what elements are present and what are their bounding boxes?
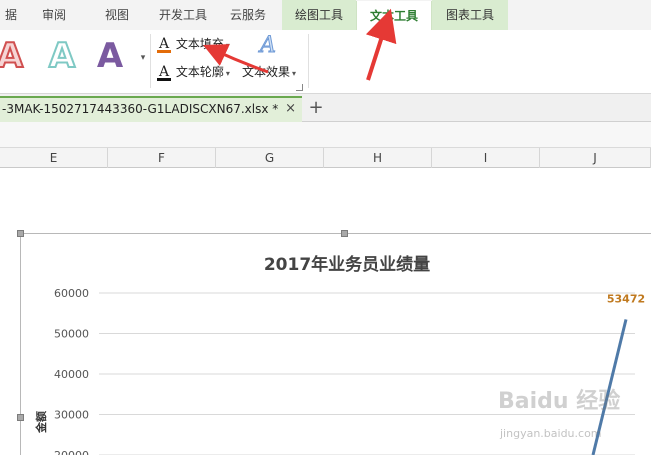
text-outline-label: 文本轮廓	[175, 65, 224, 79]
dialog-launcher-icon[interactable]	[296, 84, 303, 91]
y-tick-label: 60000	[54, 287, 89, 300]
resize-handle-top[interactable]	[341, 230, 348, 237]
chevron-down-icon: ▾	[225, 41, 230, 50]
tab-developer-tools[interactable]: 开发工具	[150, 0, 216, 30]
tab-data[interactable]: 据	[0, 0, 22, 30]
text-fill-label: 文本填充	[175, 37, 224, 51]
series-line[interactable]	[591, 319, 628, 455]
column-header-g[interactable]: G	[216, 148, 324, 168]
column-header-row: E F G H I J	[0, 148, 651, 168]
text-fill-icon: A	[157, 36, 171, 53]
chevron-down-icon: ▾	[292, 69, 297, 78]
document-tab[interactable]: -3MAK-1502717443360-G1LADISCXN67.xlsx * …	[0, 96, 302, 122]
ribbon-divider	[308, 34, 309, 88]
column-header-f[interactable]: F	[108, 148, 216, 168]
column-header-i[interactable]: I	[432, 148, 540, 168]
formula-bar-strip	[0, 122, 651, 148]
y-tick-label: 20000	[54, 449, 89, 455]
ribbon-divider	[150, 34, 151, 88]
tab-drawing-tools[interactable]: 绘图工具	[282, 0, 356, 30]
y-axis-ticks: 60000 50000 40000 30000 20000	[54, 287, 89, 455]
gallery-more-icon[interactable]: ▾	[138, 48, 148, 68]
column-header-h[interactable]: H	[324, 148, 432, 168]
resize-handle-left[interactable]	[17, 414, 24, 421]
chart-title[interactable]: 2017年业务员业绩量	[264, 254, 430, 275]
text-outline-icon: A	[157, 64, 171, 81]
tab-review[interactable]: 审阅	[30, 0, 78, 30]
ribbon-panel: A A A ▾ A 文本填充 ▾ A 文本轮廓 ▾ A 文本效果 ▾	[0, 30, 651, 94]
document-tab-bar: -3MAK-1502717443360-G1LADISCXN67.xlsx * …	[0, 94, 651, 122]
text-effects-icon[interactable]: A	[260, 33, 280, 58]
resize-handle-top-left[interactable]	[17, 230, 24, 237]
column-header-j[interactable]: J	[540, 148, 651, 168]
tab-cloud-service[interactable]: 云服务	[222, 0, 274, 30]
y-tick-label: 30000	[54, 409, 89, 422]
y-axis-label[interactable]: 金额	[34, 411, 48, 434]
wordart-style-red[interactable]: A	[0, 35, 30, 77]
tab-text-tools[interactable]: 文本工具	[356, 1, 432, 31]
data-label[interactable]: 53472	[607, 292, 645, 305]
gridlines	[99, 292, 635, 455]
tab-view[interactable]: 视图	[94, 0, 140, 30]
column-header-e[interactable]: E	[0, 148, 108, 168]
y-tick-label: 40000	[54, 368, 89, 381]
wordart-style-teal[interactable]: A	[42, 35, 82, 77]
tab-chart-tools[interactable]: 图表工具	[432, 0, 508, 30]
text-outline-button[interactable]: A 文本轮廓 ▾	[156, 62, 230, 82]
text-fill-button[interactable]: A 文本填充 ▾	[156, 34, 230, 54]
text-effects-label: 文本效果	[242, 65, 291, 79]
document-tab-title: -3MAK-1502717443360-G1LADISCXN67.xlsx *	[2, 102, 279, 116]
wordart-style-purple[interactable]: A	[90, 36, 130, 76]
close-icon[interactable]: ×	[285, 98, 296, 120]
chart-object[interactable]: 2017年业务员业绩量 60000 50000 40000 30000 20000 金额…	[17, 230, 651, 455]
chart-canvas: 2017年业务员业绩量 60000 50000 40000 30000 20000 金额…	[34, 254, 645, 455]
ribbon-tab-bar: 据 审阅 视图 开发工具 云服务 绘图工具 文本工具 图表工具	[0, 0, 651, 31]
chevron-down-icon: ▾	[225, 69, 230, 78]
y-tick-label: 50000	[54, 328, 89, 341]
text-effects-button[interactable]: 文本效果 ▾	[242, 62, 296, 82]
new-tab-button[interactable]: +	[306, 96, 326, 120]
